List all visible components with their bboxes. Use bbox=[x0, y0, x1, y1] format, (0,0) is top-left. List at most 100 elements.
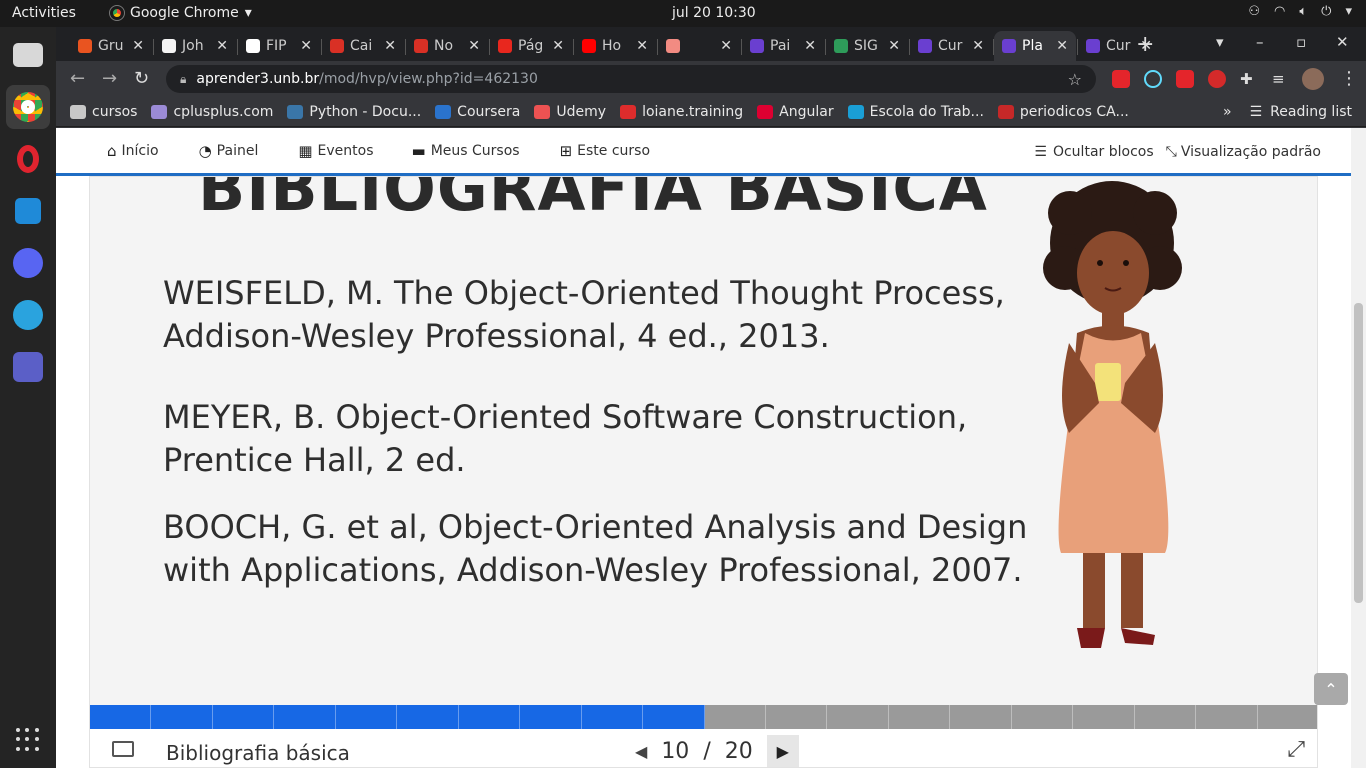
opera-app[interactable] bbox=[6, 137, 50, 181]
nav-item[interactable]: ▬ Meus Cursos bbox=[412, 142, 520, 160]
fullscreen-icon[interactable]: ⤢ bbox=[1287, 737, 1305, 762]
media-control-icon[interactable]: ≡ bbox=[1272, 70, 1290, 88]
back-icon[interactable]: ← bbox=[70, 68, 85, 89]
progress-segment[interactable] bbox=[335, 705, 398, 729]
browser-tab[interactable]: ✕ bbox=[658, 31, 740, 61]
close-tab-icon[interactable]: ✕ bbox=[384, 38, 396, 54]
progress-segment[interactable] bbox=[1196, 705, 1258, 729]
bookmark-item[interactable]: Udemy bbox=[534, 104, 606, 120]
progress-segment[interactable] bbox=[458, 705, 521, 729]
progress-segment[interactable] bbox=[151, 705, 213, 729]
bookmark-item[interactable]: Python - Docu... bbox=[287, 104, 421, 120]
show-applications-button[interactable] bbox=[16, 728, 40, 752]
close-tab-icon[interactable]: ✕ bbox=[972, 38, 984, 54]
close-tab-icon[interactable]: ✕ bbox=[468, 38, 480, 54]
browser-tab[interactable]: Joh ✕ bbox=[154, 31, 236, 61]
tab-search-icon[interactable]: ▾ bbox=[1216, 33, 1224, 51]
extension-youtube-icon[interactable] bbox=[1112, 70, 1130, 88]
extension-adblock-icon[interactable] bbox=[1208, 70, 1226, 88]
bookmark-item[interactable]: cplusplus.com bbox=[151, 104, 273, 120]
hide-blocks-button[interactable]: ☰ Ocultar blocos bbox=[1034, 144, 1153, 160]
address-bar[interactable]: 🔒︎ aprender3.unb.br /mod/hvp/view.php?id… bbox=[166, 65, 1096, 93]
bookmarks-more-button[interactable]: » bbox=[1223, 104, 1232, 120]
progress-segment[interactable] bbox=[581, 705, 644, 729]
browser-tab[interactable]: Pla ✕ bbox=[994, 31, 1076, 61]
close-tab-icon[interactable]: ✕ bbox=[132, 38, 144, 54]
forward-icon[interactable]: → bbox=[102, 68, 117, 89]
previous-slide-button[interactable]: ◀ bbox=[635, 742, 647, 761]
extension-fast-icon[interactable] bbox=[1176, 70, 1194, 88]
close-tab-icon[interactable]: ✕ bbox=[888, 38, 900, 54]
system-tray[interactable]: ⚇ ◠ 🔈︎ ⏻ ▾ bbox=[1248, 4, 1352, 19]
close-tab-icon[interactable]: ✕ bbox=[300, 38, 312, 54]
discord-app[interactable] bbox=[6, 241, 50, 285]
default-view-button[interactable]: ⤡ Visualização padrão bbox=[1166, 144, 1321, 160]
maximize-button[interactable]: ▫ bbox=[1296, 33, 1306, 51]
browser-tab[interactable]: Cur ✕ bbox=[1078, 31, 1160, 61]
progress-segment[interactable] bbox=[520, 705, 582, 729]
bookmark-item[interactable]: Angular bbox=[757, 104, 834, 120]
telegram-app[interactable] bbox=[6, 293, 50, 337]
browser-tab[interactable]: Pai ✕ bbox=[742, 31, 824, 61]
slide-progress-bar[interactable] bbox=[90, 705, 1317, 729]
bookmark-item[interactable]: Coursera bbox=[435, 104, 520, 120]
progress-segment[interactable] bbox=[888, 705, 951, 729]
bookmark-item[interactable]: periodicos CA... bbox=[997, 104, 1129, 120]
reading-list-button[interactable]: ☰ Reading list bbox=[1250, 104, 1352, 120]
close-tab-icon[interactable]: ✕ bbox=[636, 38, 648, 54]
bookmark-item[interactable]: Escola do Trab... bbox=[847, 104, 984, 120]
progress-segment[interactable] bbox=[765, 705, 828, 729]
close-tab-icon[interactable]: ✕ bbox=[1056, 38, 1068, 54]
progress-segment[interactable] bbox=[274, 705, 336, 729]
nav-item[interactable]: ◔ Painel bbox=[199, 142, 259, 160]
progress-segment[interactable] bbox=[643, 705, 705, 729]
menu-kebab-icon[interactable]: ⋮ bbox=[1340, 68, 1358, 89]
progress-segment[interactable] bbox=[1073, 705, 1135, 729]
progress-segment[interactable] bbox=[212, 705, 275, 729]
progress-segment[interactable] bbox=[90, 705, 152, 729]
close-tab-icon[interactable]: ✕ bbox=[1140, 38, 1152, 54]
chrome-app[interactable] bbox=[6, 85, 50, 129]
browser-tab[interactable]: SIG ✕ bbox=[826, 31, 908, 61]
browser-tab[interactable]: No ✕ bbox=[406, 31, 488, 61]
browser-tab[interactable]: Pág ✕ bbox=[490, 31, 572, 61]
reload-icon[interactable]: ↻ bbox=[134, 68, 149, 89]
close-tab-icon[interactable]: ✕ bbox=[804, 38, 816, 54]
teams-app[interactable] bbox=[6, 345, 50, 389]
activities-button[interactable]: Activities bbox=[12, 5, 76, 21]
close-window-button[interactable]: ✕ bbox=[1336, 33, 1349, 51]
profile-avatar[interactable] bbox=[1302, 68, 1324, 90]
browser-tab[interactable]: Ho ✕ bbox=[574, 31, 656, 61]
browser-tab[interactable]: Gru ✕ bbox=[70, 31, 152, 61]
progress-segment[interactable] bbox=[1011, 705, 1074, 729]
files-app[interactable] bbox=[6, 33, 50, 77]
browser-tab[interactable]: Cai ✕ bbox=[322, 31, 404, 61]
progress-segment[interactable] bbox=[397, 705, 459, 729]
browser-tab[interactable]: Cur ✕ bbox=[910, 31, 992, 61]
progress-segment[interactable] bbox=[1257, 705, 1317, 729]
nav-item[interactable]: ⌂ Início bbox=[107, 142, 159, 160]
page-scrollbar[interactable] bbox=[1351, 128, 1366, 768]
extension-react-icon[interactable] bbox=[1144, 70, 1162, 88]
nav-item[interactable]: ▦ Eventos bbox=[298, 142, 373, 160]
nav-item[interactable]: ⊞ Este curso bbox=[560, 142, 650, 160]
browser-tab[interactable]: FIP ✕ bbox=[238, 31, 320, 61]
close-tab-icon[interactable]: ✕ bbox=[552, 38, 564, 54]
minimize-button[interactable]: – bbox=[1256, 33, 1264, 51]
progress-segment[interactable] bbox=[950, 705, 1012, 729]
progress-segment[interactable] bbox=[1134, 705, 1197, 729]
close-tab-icon[interactable]: ✕ bbox=[720, 38, 732, 54]
extensions-puzzle-icon[interactable]: ✚ bbox=[1240, 70, 1258, 88]
vscode-app[interactable] bbox=[6, 189, 50, 233]
scrollbar-thumb[interactable] bbox=[1354, 303, 1363, 603]
teams-tray-icon[interactable]: ⚇ bbox=[1248, 4, 1260, 19]
bookmark-item[interactable]: cursos bbox=[70, 104, 137, 120]
progress-segment[interactable] bbox=[827, 705, 889, 729]
progress-segment[interactable] bbox=[704, 705, 766, 729]
keywords-menu-icon[interactable] bbox=[112, 741, 134, 757]
next-slide-button[interactable]: ▶ bbox=[766, 735, 799, 767]
bookmark-star-icon[interactable]: ☆ bbox=[1068, 70, 1082, 89]
back-to-top-button[interactable]: ⌃ bbox=[1314, 673, 1348, 705]
clock[interactable]: jul 20 10:30 bbox=[672, 5, 756, 21]
close-tab-icon[interactable]: ✕ bbox=[216, 38, 228, 54]
